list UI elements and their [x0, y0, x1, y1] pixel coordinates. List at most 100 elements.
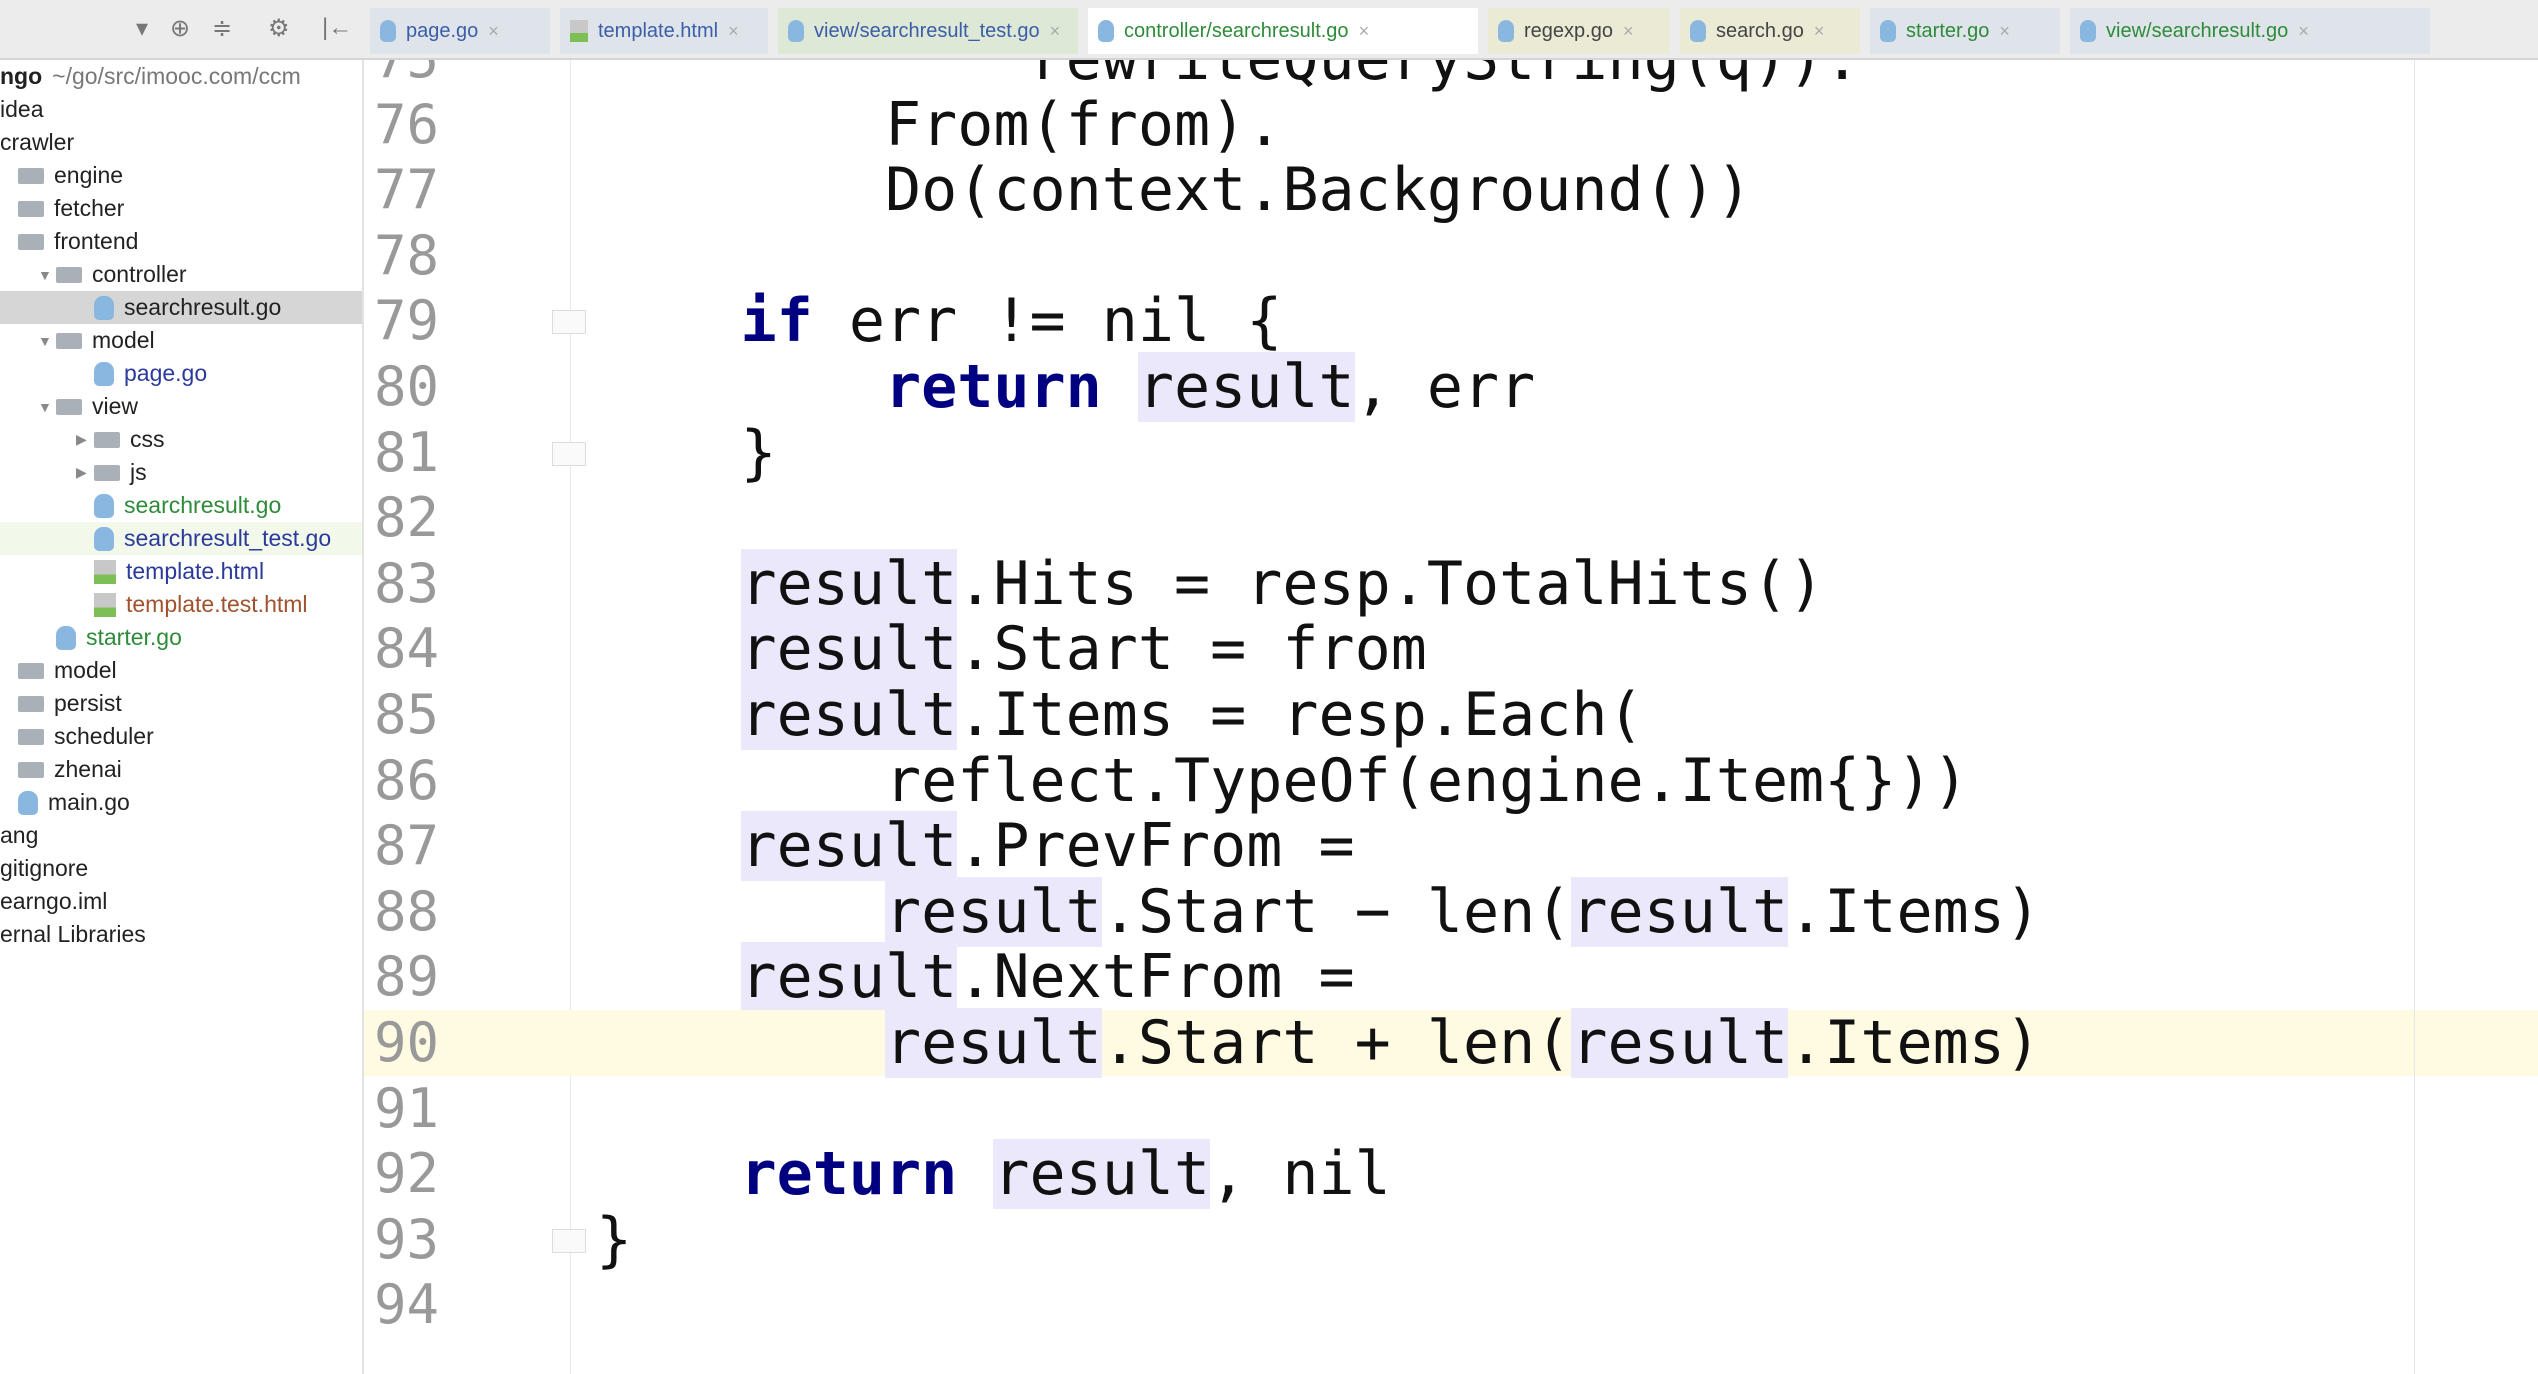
- go-file-icon: [2080, 20, 2096, 42]
- tree-item-label: js: [130, 459, 147, 485]
- expand-arrow-icon[interactable]: ▼: [38, 333, 56, 349]
- tab-starter-go[interactable]: starter.go ×: [1870, 8, 2060, 54]
- fold-marker-icon[interactable]: [552, 441, 586, 466]
- folder-icon: [56, 398, 82, 415]
- tree-item[interactable]: frontend: [0, 225, 360, 258]
- tree-item[interactable]: gitignore: [0, 852, 360, 885]
- tab-view-searchresult-test-go[interactable]: view/searchresult_test.go ×: [778, 8, 1078, 54]
- code-text: reflect.TypeOf(engine.Item{})): [596, 748, 1969, 814]
- line-number: 84: [374, 617, 440, 681]
- go-file-icon: [788, 20, 804, 42]
- code-line: 82: [364, 485, 2538, 551]
- close-tab-icon[interactable]: ×: [488, 21, 499, 42]
- close-tab-icon[interactable]: ×: [1050, 21, 1061, 42]
- tree-item[interactable]: model: [0, 654, 360, 687]
- tree-item[interactable]: ▼ model: [0, 324, 362, 357]
- tree-item[interactable]: ernal Libraries: [0, 918, 360, 951]
- html-file-icon: [94, 559, 116, 584]
- expand-arrow-icon[interactable]: ▶: [76, 464, 94, 481]
- folder-icon: [18, 728, 44, 745]
- tree-item[interactable]: earngo.iml: [0, 885, 360, 918]
- line-number: 76: [374, 92, 440, 156]
- tree-item[interactable]: ▶ js: [0, 456, 362, 489]
- line-number: 83: [374, 551, 440, 615]
- tree-item[interactable]: ang: [0, 819, 360, 852]
- code-text: result.Start − len(result.Items): [596, 876, 2041, 947]
- folder-icon: [18, 662, 44, 679]
- tree-item[interactable]: starter.go: [0, 621, 362, 654]
- tree-item[interactable]: idea: [0, 93, 360, 126]
- go-file-icon: [1690, 20, 1706, 42]
- tree-item[interactable]: page.go: [0, 357, 362, 390]
- code-line: 83 result.Hits = resp.TotalHits(): [364, 548, 2538, 619]
- tree-item-label: template.html: [126, 558, 265, 584]
- code-text: rewriteQueryString(q)).: [596, 60, 1860, 92]
- expand-arrow-icon[interactable]: ▶: [76, 431, 94, 448]
- hide-panel-icon[interactable]: |←: [322, 14, 352, 42]
- tree-item[interactable]: searchresult.go: [0, 291, 362, 324]
- tree-item[interactable]: searchresult_test.go: [0, 522, 362, 555]
- code-token: .Items): [1788, 1008, 2041, 1078]
- code-text: result.Items = resp.Each(: [596, 680, 1644, 750]
- line-number: 94: [374, 1273, 440, 1337]
- tree-item[interactable]: main.go: [0, 786, 360, 819]
- tab-template-html[interactable]: template.html ×: [560, 8, 768, 54]
- tab-bar: ▾ ⊕ ≑ ⚙ |← page.go × template.html × view/se…: [0, 0, 2538, 60]
- gear-icon[interactable]: ⚙: [268, 14, 290, 43]
- collapse-icon[interactable]: ≑: [212, 14, 232, 43]
- expand-arrow-icon[interactable]: ▼: [38, 399, 56, 415]
- project-root[interactable]: ngo ~/go/src/imooc.com/ccm: [0, 60, 360, 93]
- tab-view-searchresult-go[interactable]: view/searchresult.go ×: [2070, 8, 2430, 54]
- close-tab-icon[interactable]: ×: [1814, 21, 1825, 42]
- tree-item[interactable]: crawler: [0, 126, 360, 159]
- code-line: 75 rewriteQueryString(q)).: [364, 60, 2538, 92]
- code-line: 85 result.Items = resp.Each(: [364, 680, 2538, 750]
- code-text: }: [596, 420, 776, 486]
- code-line: 84 result.Start = from: [364, 614, 2538, 685]
- tree-item[interactable]: searchresult.go: [0, 489, 362, 522]
- tree-item[interactable]: persist: [0, 687, 360, 720]
- go-file-icon: [380, 20, 396, 42]
- tab-search-go[interactable]: search.go ×: [1680, 8, 1860, 54]
- fold-marker-icon[interactable]: [552, 310, 586, 335]
- tree-item-label: ang: [0, 822, 39, 848]
- tree-item[interactable]: ▼ view: [0, 390, 362, 423]
- close-tab-icon[interactable]: ×: [2298, 21, 2309, 42]
- tree-item[interactable]: fetcher: [0, 192, 360, 225]
- locate-icon[interactable]: ⊕: [170, 14, 190, 43]
- tree-item[interactable]: ▶ css: [0, 423, 362, 456]
- tree-item[interactable]: template.html: [0, 555, 362, 588]
- tree-item[interactable]: engine: [0, 159, 360, 192]
- go-file-icon: [18, 790, 38, 815]
- tree-item-label: css: [130, 426, 165, 452]
- code-token: .Start + len(: [1101, 1008, 1572, 1078]
- dropdown-icon[interactable]: ▾: [136, 14, 148, 43]
- go-file-icon: [1098, 20, 1114, 42]
- line-number: 85: [374, 683, 440, 746]
- tree-item[interactable]: ▼ controller: [0, 258, 362, 291]
- tree-item[interactable]: scheduler: [0, 720, 360, 753]
- tab-page-go[interactable]: page.go ×: [370, 8, 550, 54]
- fold-marker-icon[interactable]: [552, 1228, 586, 1253]
- expand-arrow-icon[interactable]: ▼: [38, 267, 56, 283]
- code-editor[interactable]: 75 rewriteQueryString(q)).76 From(from).…: [364, 60, 2538, 1374]
- tree-item-label: model: [54, 657, 117, 683]
- close-tab-icon[interactable]: ×: [1359, 21, 1370, 42]
- project-name: ngo: [0, 63, 43, 89]
- tree-item[interactable]: zhenai: [0, 753, 360, 786]
- tree-item-label: starter.go: [86, 624, 182, 650]
- line-number: 90: [374, 1011, 440, 1074]
- close-tab-icon[interactable]: ×: [1623, 21, 1634, 42]
- close-tab-icon[interactable]: ×: [1999, 21, 2010, 42]
- tree-item-label: engine: [54, 162, 124, 188]
- tab-regexp-go[interactable]: regexp.go ×: [1488, 8, 1670, 54]
- highlighted-identifier: result: [740, 680, 958, 750]
- code-text: return result, nil: [596, 1139, 1391, 1210]
- close-tab-icon[interactable]: ×: [728, 21, 739, 42]
- tree-item[interactable]: template.test.html: [0, 588, 362, 621]
- tree-item-label: model: [92, 327, 155, 353]
- tab-controller-searchresult-go[interactable]: controller/searchresult.go ×: [1088, 8, 1478, 54]
- code-line: 88 result.Start − len(result.Items): [364, 876, 2538, 947]
